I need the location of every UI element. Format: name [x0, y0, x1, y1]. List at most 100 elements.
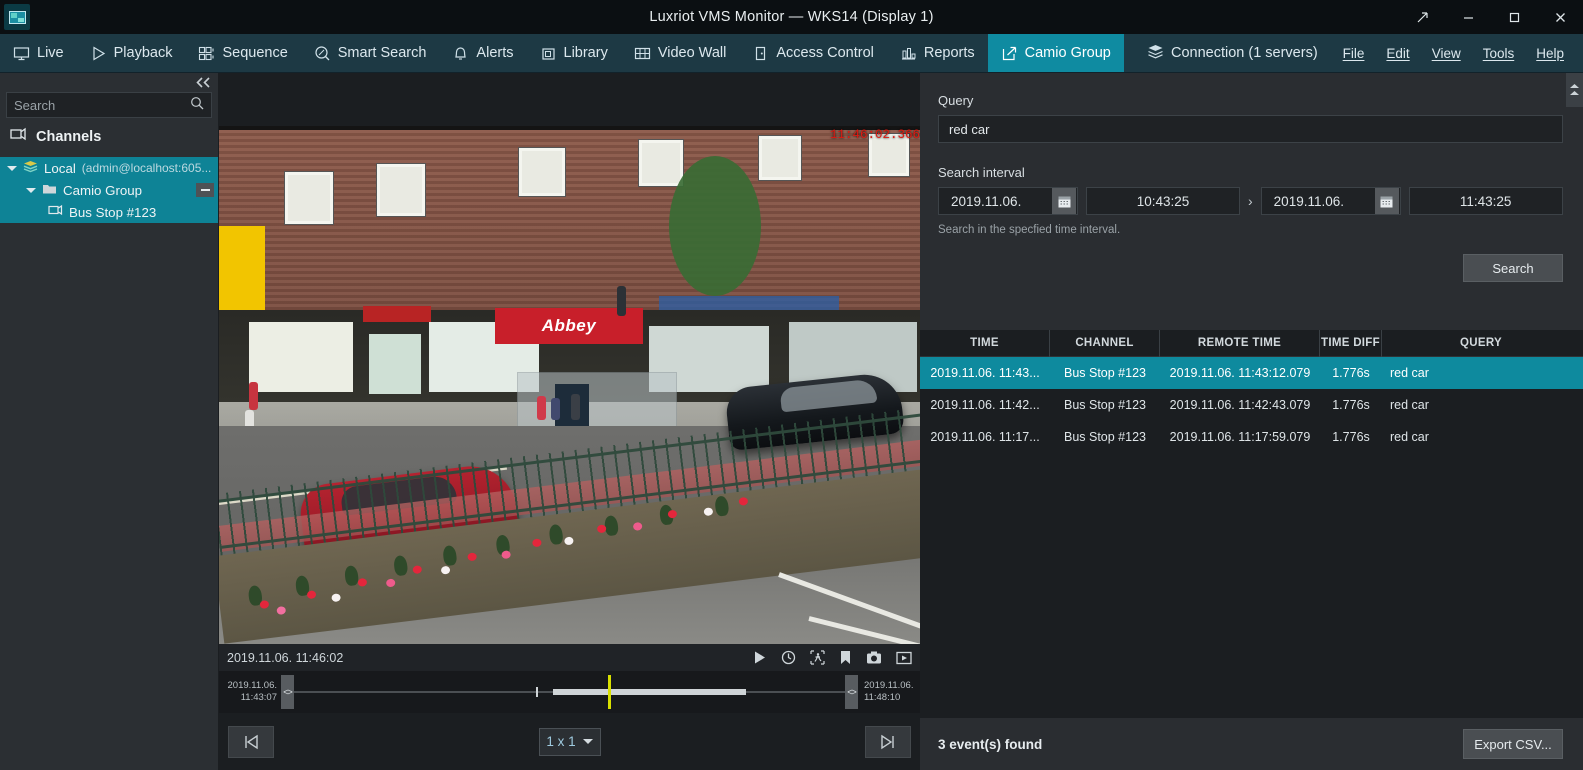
- query-input[interactable]: red car: [938, 115, 1563, 143]
- calendar-icon[interactable]: [1374, 188, 1399, 214]
- scene-person: [537, 396, 546, 420]
- table-grid-icon: [634, 45, 651, 62]
- tab-smart-search[interactable]: Smart Search: [301, 34, 440, 72]
- close-window-button[interactable]: [1537, 0, 1583, 34]
- interval-hint: Search in the specfied time interval.: [938, 224, 1121, 236]
- export-video-icon[interactable]: [896, 651, 912, 665]
- bookmark-icon[interactable]: [839, 650, 852, 665]
- menu-file[interactable]: File: [1332, 34, 1376, 73]
- video-view[interactable]: Abbey BUS 70: [219, 126, 920, 644]
- from-date-field[interactable]: 2019.11.06.: [938, 187, 1078, 215]
- cell-time-diff: 1.776s: [1332, 398, 1370, 412]
- panel-scroll-up-button[interactable]: [1566, 73, 1583, 107]
- column-header-channel[interactable]: CHANNEL: [1050, 329, 1160, 357]
- search-button[interactable]: Search: [1463, 254, 1563, 282]
- motion-search-icon[interactable]: [810, 650, 825, 665]
- layout-selector[interactable]: 1 x 1: [538, 727, 601, 756]
- column-header-time[interactable]: TIME: [920, 329, 1050, 357]
- table-row[interactable]: 2019.11.06. 11:43... Bus Stop #123 2019.…: [920, 357, 1583, 389]
- tab-reports[interactable]: Reports: [887, 34, 988, 72]
- cell-time-diff: 1.776s: [1332, 430, 1370, 444]
- chevron-down-icon[interactable]: [26, 187, 36, 193]
- tab-camio-group[interactable]: Camio Group: [987, 34, 1124, 72]
- tab-label: Smart Search: [337, 45, 427, 61]
- column-header-query[interactable]: QUERY: [1382, 330, 1572, 357]
- sidebar-collapse-button[interactable]: [0, 73, 218, 92]
- snapshot-camera-icon[interactable]: [866, 650, 882, 665]
- tree-node-local[interactable]: Local (admin@localhost:605...: [0, 157, 218, 179]
- cell-remote-time: 2019.11.06. 11:17:59.079: [1169, 430, 1311, 444]
- timeline-track[interactable]: [294, 675, 845, 709]
- cell-query: red car: [1390, 366, 1429, 380]
- cell-channel: Bus Stop #123: [1063, 430, 1146, 444]
- calendar-icon[interactable]: [1052, 188, 1076, 214]
- menu-tools[interactable]: Tools: [1472, 34, 1526, 73]
- tab-video-wall[interactable]: Video Wall: [621, 34, 740, 72]
- clock-icon[interactable]: [781, 650, 796, 665]
- chevron-down-icon[interactable]: [582, 739, 593, 744]
- magnifier-motion-icon: [314, 45, 331, 62]
- tab-sequence[interactable]: Sequence: [185, 34, 300, 72]
- tab-playback[interactable]: Playback: [77, 34, 186, 72]
- table-row[interactable]: 2019.11.06. 11:42... Bus Stop #123 2019.…: [920, 389, 1583, 421]
- table-row[interactable]: 2019.11.06. 11:17... Bus Stop #123 2019.…: [920, 421, 1583, 453]
- tree-node-camio-group[interactable]: Camio Group: [0, 179, 218, 201]
- restore-window-button[interactable]: [1399, 0, 1445, 34]
- scene-window: [519, 148, 565, 196]
- minimize-window-button[interactable]: [1445, 0, 1491, 34]
- monitor-icon: [8, 10, 26, 24]
- search-interval-row: 2019.11.06. 10:43:25 › 2019.11.06. 11:43…: [938, 187, 1563, 215]
- maximize-window-button[interactable]: [1491, 0, 1537, 34]
- results-status-bar: 3 event(s) found Export CSV...: [920, 718, 1583, 770]
- next-event-button[interactable]: [865, 725, 911, 758]
- timeline-cursor[interactable]: [608, 675, 612, 709]
- tab-library[interactable]: Library: [527, 34, 621, 72]
- sidebar-search-box[interactable]: [6, 92, 212, 118]
- tab-label: Alerts: [476, 45, 514, 61]
- monitor-icon: [13, 45, 30, 62]
- timeline-right-handle[interactable]: <>: [845, 675, 858, 709]
- chevron-down-icon[interactable]: [7, 165, 17, 171]
- tab-alerts[interactable]: Alerts: [439, 34, 526, 72]
- events-found-label: 3 event(s) found: [938, 736, 1043, 752]
- tab-label: Live: [37, 45, 64, 61]
- tabbar-right-menu: Connection (1 servers) File Edit View To…: [1133, 34, 1583, 72]
- menu-edit[interactable]: Edit: [1375, 34, 1420, 73]
- tree-node-label: Local: [44, 160, 76, 176]
- cell-query: red car: [1390, 398, 1429, 412]
- from-time-field[interactable]: 10:43:25: [1086, 187, 1240, 215]
- player-toolbar: 2019.11.06. 11:46:02: [219, 644, 920, 671]
- collapse-group-button[interactable]: [196, 183, 214, 197]
- timeline-start-label: 2019.11.06. 11:43:07: [219, 680, 281, 704]
- column-header-remote-time[interactable]: REMOTE TIME: [1160, 329, 1320, 357]
- tree-node-sublabel: (admin@localhost:605...: [81, 161, 212, 175]
- previous-event-button[interactable]: [228, 725, 274, 758]
- play-icon[interactable]: [752, 650, 767, 665]
- interval-separator: ›: [1248, 193, 1253, 209]
- menu-view[interactable]: View: [1421, 34, 1472, 73]
- export-csv-button[interactable]: Export CSV...: [1463, 729, 1563, 759]
- channels-tree: Local (admin@localhost:605... Camio Grou…: [0, 157, 218, 223]
- camera-channel-icon: [48, 204, 63, 220]
- tab-live[interactable]: Live: [0, 34, 77, 72]
- video-panel: Abbey BUS 70: [218, 73, 920, 770]
- cell-time: 2019.11.06. 11:43...: [930, 366, 1040, 380]
- to-date-field[interactable]: 2019.11.06.: [1260, 187, 1401, 215]
- to-time-field[interactable]: 11:43:25: [1408, 187, 1563, 215]
- tree-node-bus-stop-123[interactable]: Bus Stop #123: [0, 201, 218, 223]
- to-date-value: 2019.11.06.: [1273, 193, 1344, 209]
- player-toolbar-icons: [752, 650, 912, 665]
- search-input[interactable]: [14, 97, 190, 113]
- search-icon[interactable]: [190, 96, 204, 115]
- folder-icon: [42, 183, 57, 198]
- timeline-left-handle[interactable]: <>: [281, 675, 294, 709]
- player-current-time: 2019.11.06. 11:46:02: [227, 650, 344, 665]
- scene-person: [617, 286, 626, 316]
- scene-person: [249, 382, 258, 410]
- tab-access-control[interactable]: Access Control: [739, 34, 887, 72]
- channels-header: Channels: [0, 118, 218, 155]
- menu-help[interactable]: Help: [1525, 34, 1575, 73]
- connection-status[interactable]: Connection (1 servers): [1133, 43, 1332, 64]
- column-header-time-diff[interactable]: TIME DIFF: [1320, 329, 1382, 357]
- folder-archive-icon: [540, 45, 557, 62]
